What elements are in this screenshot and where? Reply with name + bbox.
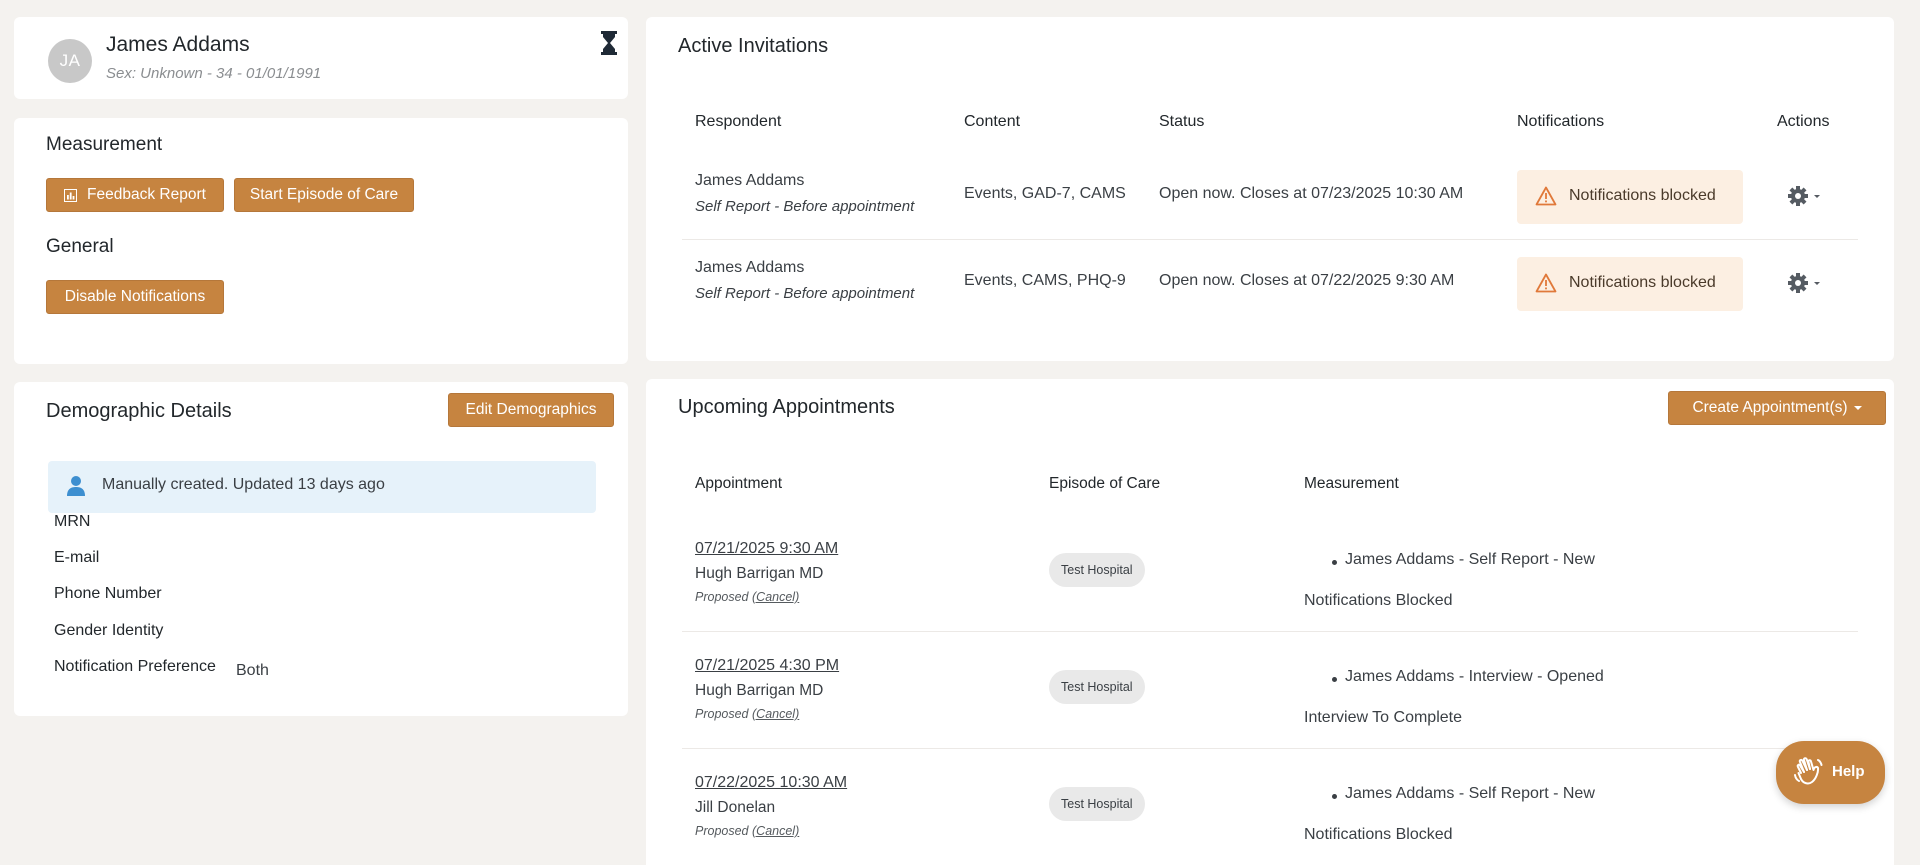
avatar: JA <box>48 39 92 83</box>
chevron-down-icon <box>1853 406 1862 410</box>
cancel-appointment-link[interactable]: (Cancel) <box>752 707 799 721</box>
create-appointments-label: Create Appointment(s) <box>1692 399 1848 416</box>
invitation-respondent: James Addams <box>695 259 805 276</box>
appointment-status-text: Proposed <box>695 824 749 838</box>
gender-identity-label: Gender Identity <box>54 622 164 639</box>
edit-demographics-label: Edit Demographics <box>465 401 597 418</box>
mrn-label: MRN <box>54 513 91 530</box>
record-info-banner: Manually created. Updated 13 days ago <box>48 461 596 513</box>
invitation-type: Self Report - Before appointment <box>695 285 915 302</box>
appointment-status-text: Proposed <box>695 590 749 604</box>
record-info-text: Manually created. Updated 13 days ago <box>102 476 385 493</box>
col-status: Status <box>1159 113 1205 130</box>
disable-notifications-button[interactable]: Disable Notifications <box>46 280 224 314</box>
col-content: Content <box>964 113 1021 130</box>
col-episode-of-care: Episode of Care <box>1049 475 1161 492</box>
gear-icon[interactable] <box>1786 184 1826 208</box>
bar-chart-icon <box>64 188 78 202</box>
invitation-status: Open now. Closes at 07/23/2025 10:30 AM <box>1159 185 1464 202</box>
col-measurement: Measurement <box>1304 475 1399 492</box>
measurement-item: James Addams - Self Report - New <box>1345 551 1595 568</box>
bullet <box>1332 677 1337 682</box>
patient-header-card: JA James Addams Sex: Unknown - 34 - 01/0… <box>14 17 628 99</box>
avatar-initials: JA <box>59 51 81 70</box>
general-title: General <box>46 236 114 257</box>
appointments-title: Upcoming Appointments <box>678 396 895 418</box>
create-appointments-button[interactable]: Create Appointment(s) <box>1668 391 1886 425</box>
appointment-datetime-link[interactable]: 07/21/2025 9:30 AM <box>695 540 838 558</box>
notification-preference-label: Notification Preference <box>54 658 216 675</box>
invitation-status: Open now. Closes at 07/22/2025 9:30 AM <box>1159 272 1455 289</box>
demographics-title: Demographic Details <box>46 400 232 422</box>
episode-badge: Test Hospital <box>1049 787 1145 821</box>
patient-meta: Sex: Unknown - 34 - 01/01/1991 <box>106 65 322 82</box>
bullet <box>1332 560 1337 565</box>
cancel-appointment-link[interactable]: (Cancel) <box>752 590 799 604</box>
start-episode-label: Start Episode of Care <box>249 186 399 203</box>
invitation-type: Self Report - Before appointment <box>695 198 915 215</box>
start-episode-button[interactable]: Start Episode of Care <box>234 178 414 212</box>
measurement-title: Measurement <box>46 134 163 155</box>
appointment-status: Proposed (Cancel) <box>695 707 799 721</box>
col-appointment: Appointment <box>695 475 783 492</box>
hourglass-icon[interactable] <box>600 31 618 55</box>
gear-icon[interactable] <box>1786 271 1826 295</box>
upcoming-appointments-card: Upcoming Appointments Create Appointment… <box>646 379 1894 865</box>
notifications-blocked-text: Notifications blocked <box>1569 274 1716 291</box>
notification-preference-value: Both <box>236 662 269 679</box>
demographics-card: Demographic Details Edit Demographics Ma… <box>14 382 628 716</box>
cancel-appointment-link[interactable]: (Cancel) <box>752 824 799 838</box>
waving-hand-icon <box>1794 757 1823 785</box>
appointment-provider: Hugh Barrigan MD <box>695 682 824 699</box>
measurement-note: Interview To Complete <box>1304 709 1462 726</box>
episode-badge: Test Hospital <box>1049 553 1145 587</box>
active-invitations-card: Active Invitations Respondent Content St… <box>646 17 1894 361</box>
notifications-blocked-badge: Notifications blocked <box>1517 257 1743 311</box>
col-respondent: Respondent <box>695 113 782 130</box>
patient-name: James Addams <box>106 33 250 56</box>
notifications-blocked-badge: Notifications blocked <box>1517 170 1743 224</box>
episode-badge-text: Test Hospital <box>1061 680 1133 694</box>
help-label: Help <box>1832 763 1865 780</box>
notifications-blocked-text: Notifications blocked <box>1569 187 1716 204</box>
row-divider <box>682 239 1858 240</box>
phone-label: Phone Number <box>54 585 162 602</box>
email-label: E-mail <box>54 549 100 566</box>
invitations-title: Active Invitations <box>678 35 829 57</box>
invitation-respondent: James Addams <box>695 172 805 189</box>
episode-badge-text: Test Hospital <box>1061 797 1133 811</box>
row-divider <box>682 631 1858 632</box>
warning-triangle-icon <box>1535 273 1557 293</box>
row-divider <box>682 748 1858 749</box>
col-actions: Actions <box>1777 113 1830 130</box>
person-icon <box>67 476 85 496</box>
bullet <box>1332 794 1337 799</box>
appointment-datetime-link[interactable]: 07/22/2025 10:30 AM <box>695 774 847 792</box>
measurement-note: Notifications Blocked <box>1304 592 1453 609</box>
measurement-note: Notifications Blocked <box>1304 826 1453 843</box>
appointment-status: Proposed (Cancel) <box>695 590 799 604</box>
measurement-item: James Addams - Self Report - New <box>1345 785 1595 802</box>
episode-badge-text: Test Hospital <box>1061 563 1133 577</box>
appointment-provider: Hugh Barrigan MD <box>695 565 824 582</box>
disable-notifications-label: Disable Notifications <box>64 288 206 305</box>
measurement-item: James Addams - Interview - Opened <box>1345 668 1604 685</box>
warning-triangle-icon <box>1535 186 1557 206</box>
feedback-report-label: Feedback Report <box>87 186 206 203</box>
appointment-status-text: Proposed <box>695 707 749 721</box>
measurement-actions-card: Measurement Feedback Report Start Episod… <box>14 118 628 364</box>
invitation-content: Events, CAMS, PHQ-9 <box>964 272 1126 289</box>
help-button[interactable]: Help <box>1776 741 1885 804</box>
edit-demographics-button[interactable]: Edit Demographics <box>448 393 614 427</box>
appointment-status: Proposed (Cancel) <box>695 824 799 838</box>
col-notifications: Notifications <box>1517 113 1605 130</box>
appointment-provider: Jill Donelan <box>695 799 776 816</box>
feedback-report-button[interactable]: Feedback Report <box>46 178 224 212</box>
invitation-content: Events, GAD-7, CAMS <box>964 185 1126 202</box>
appointment-datetime-link[interactable]: 07/21/2025 4:30 PM <box>695 657 839 675</box>
episode-badge: Test Hospital <box>1049 670 1145 704</box>
